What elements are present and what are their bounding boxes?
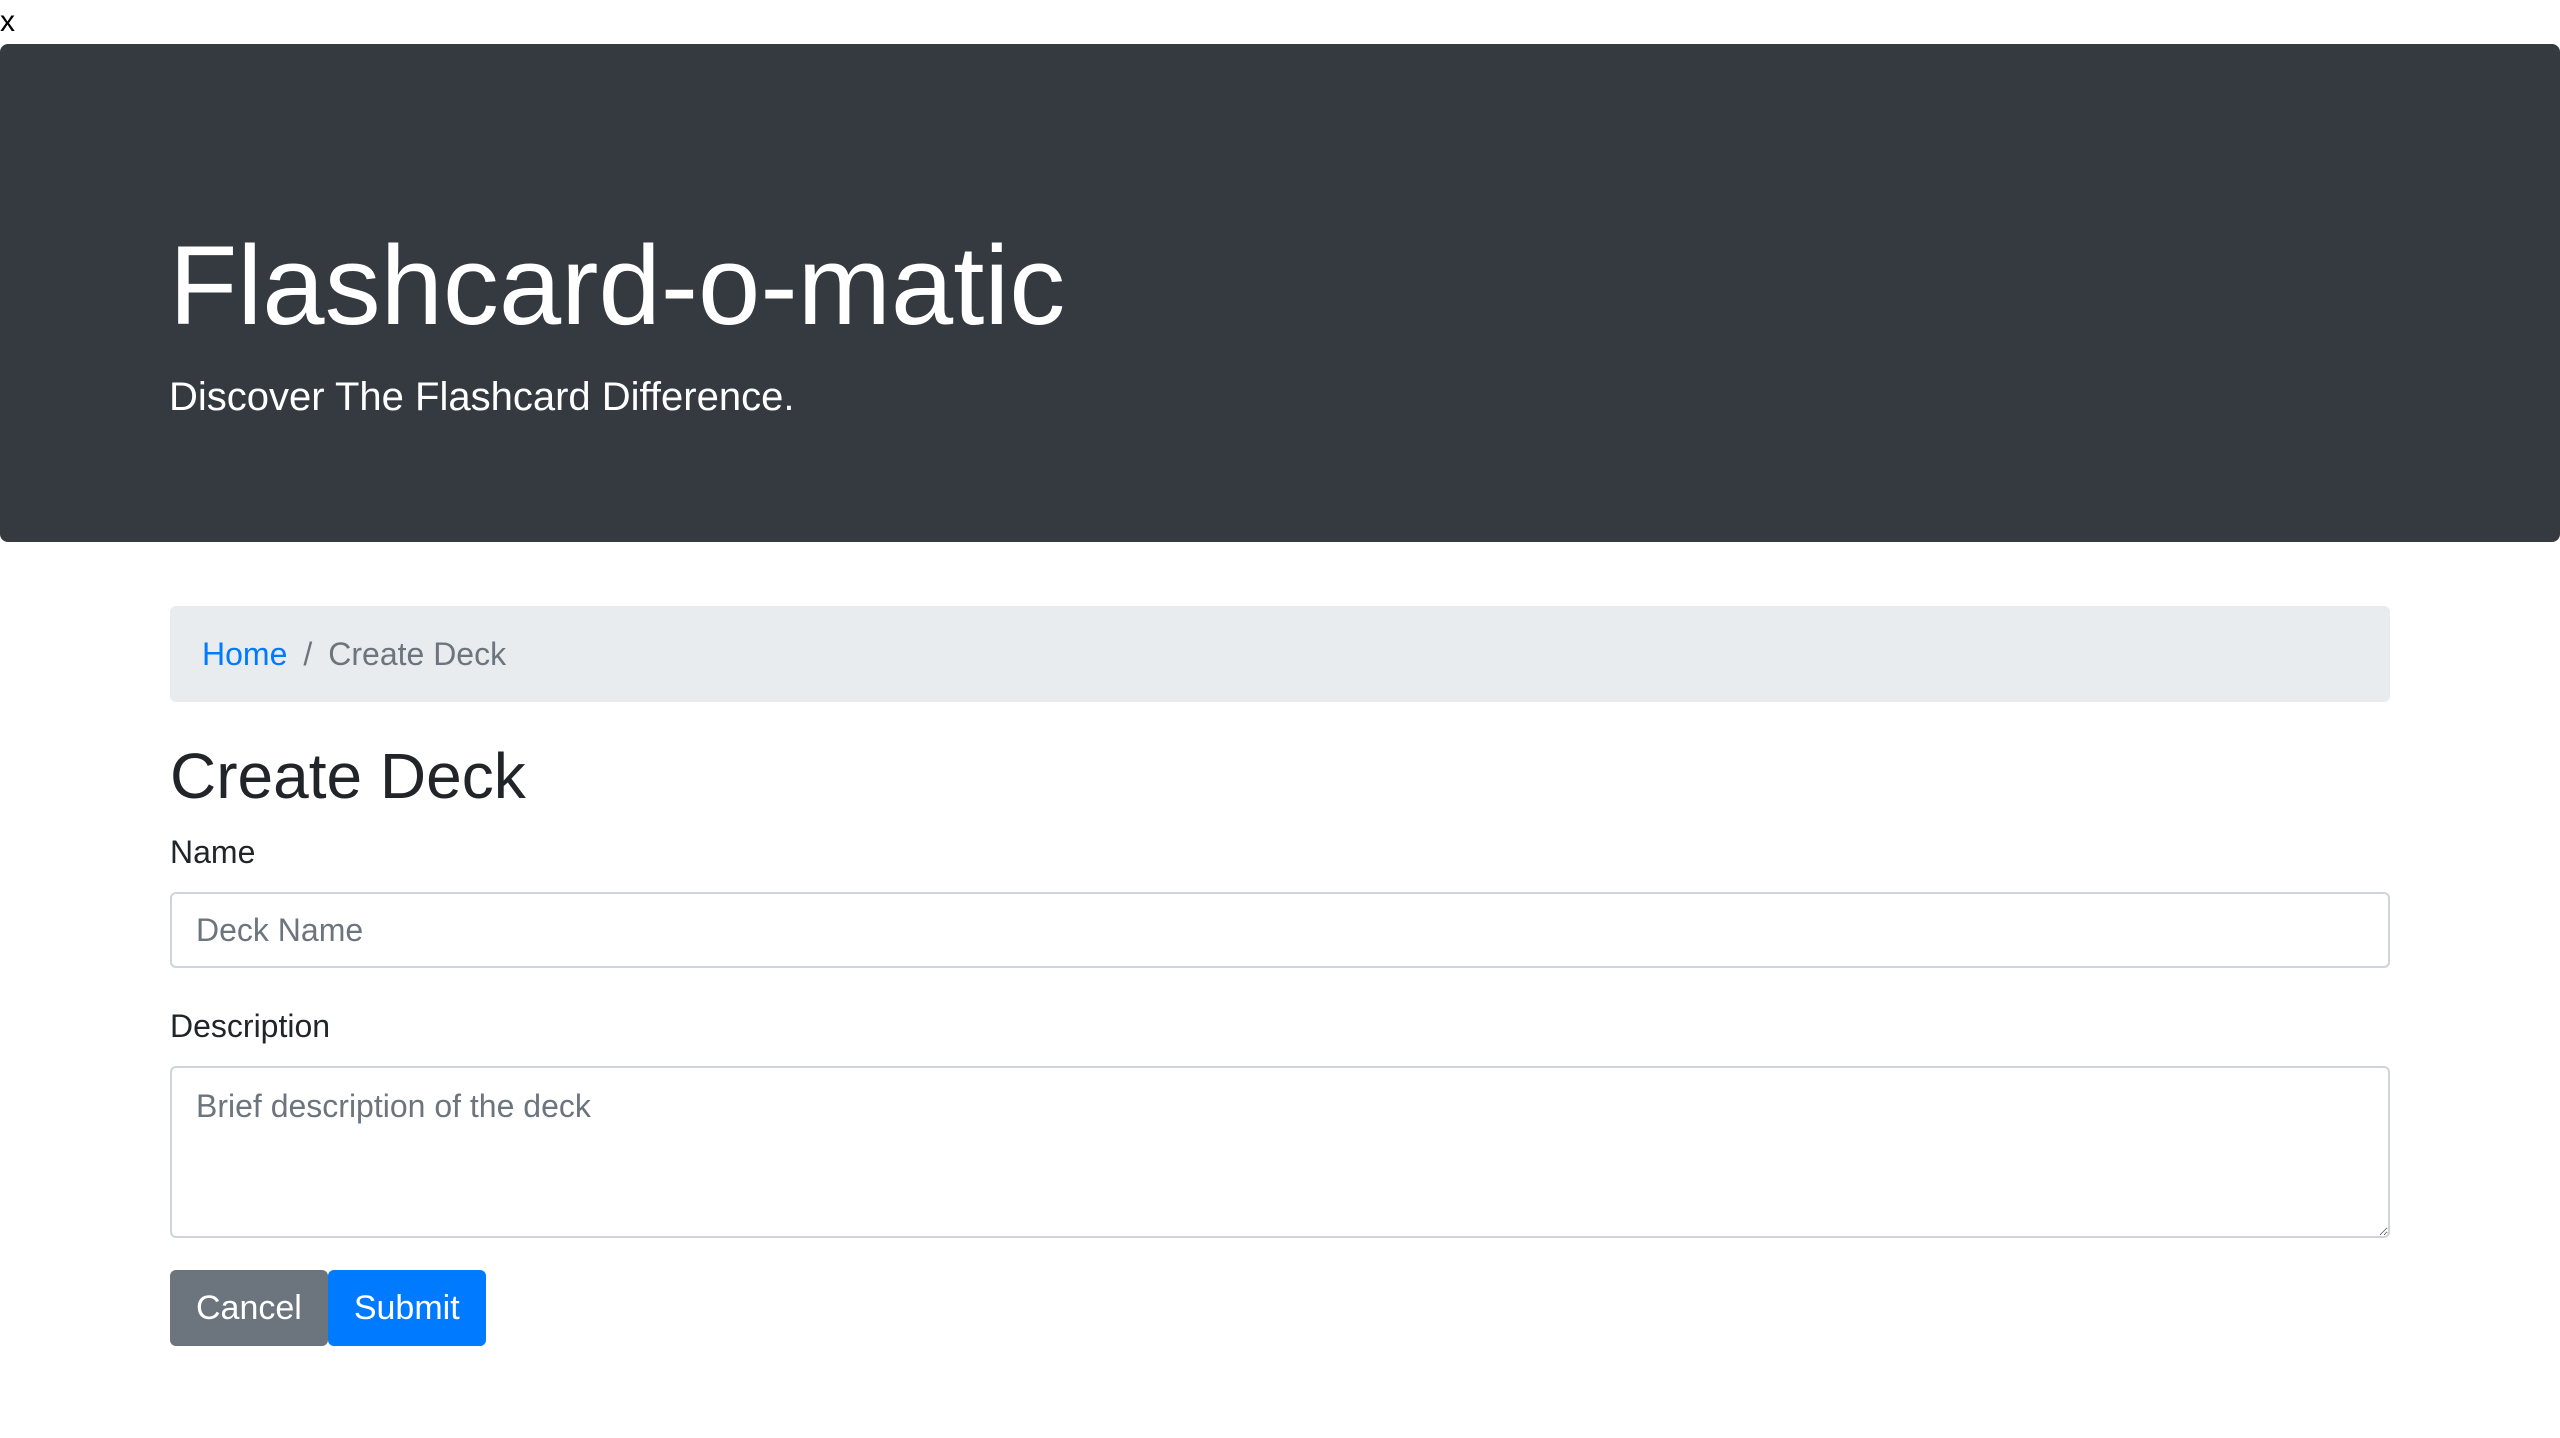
header-banner: Flashcard-o-matic Discover The Flashcard… [0, 44, 2560, 542]
breadcrumb-separator: / [303, 635, 313, 672]
deck-description-textarea[interactable] [170, 1066, 2390, 1238]
form-actions: Cancel Submit [170, 1270, 2390, 1346]
create-deck-form: Name Description Cancel Submit [170, 832, 2390, 1346]
cancel-button[interactable]: Cancel [170, 1270, 328, 1346]
description-label: Description [170, 1008, 331, 1044]
breadcrumb: Home / Create Deck [170, 606, 2390, 702]
page-title: Create Deck [170, 740, 526, 812]
breadcrumb-current: Create Deck [328, 635, 507, 672]
app-tagline: Discover The Flashcard Difference. [169, 375, 795, 419]
deck-name-input[interactable] [170, 892, 2390, 968]
app-title: Flashcard-o-matic [169, 223, 1066, 348]
top-stray-text: x [0, 5, 15, 38]
name-label: Name [170, 834, 256, 870]
submit-button[interactable]: Submit [327, 1270, 486, 1346]
main-content: Home / Create Deck Create Deck Name Desc… [170, 606, 2390, 1346]
breadcrumb-home-link[interactable]: Home [202, 636, 287, 673]
